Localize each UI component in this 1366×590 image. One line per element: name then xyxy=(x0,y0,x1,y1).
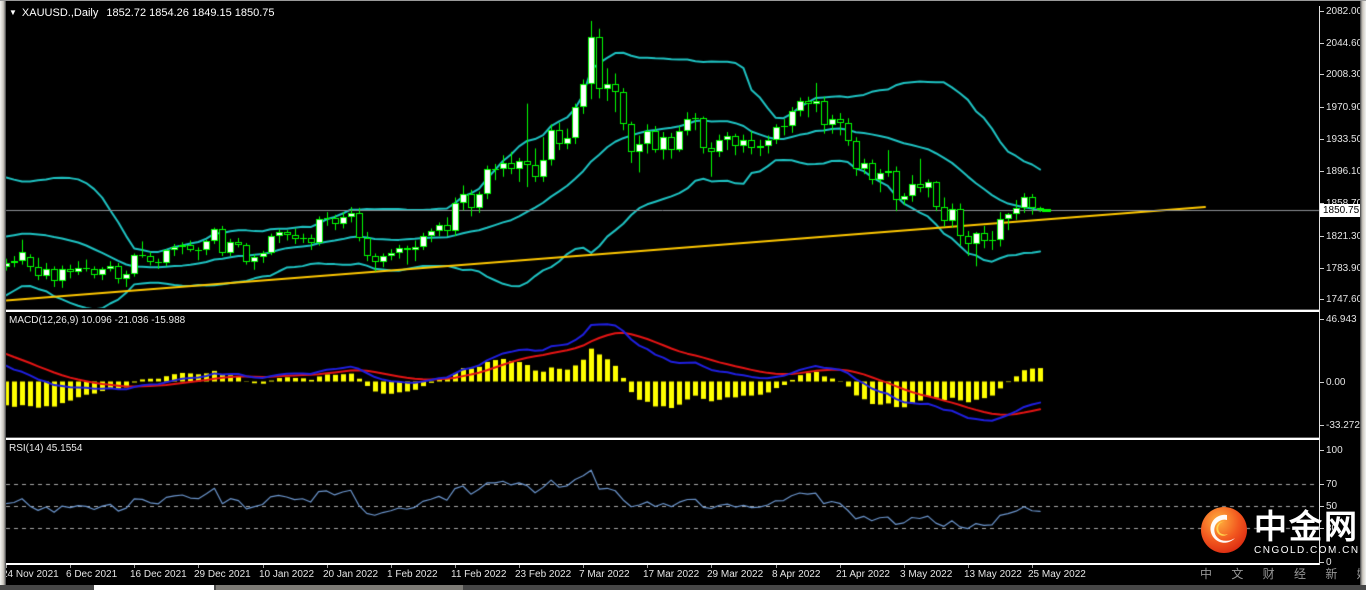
macd-indicator-label: MACD(12,26,9) 10.096 -21.036 -15.988 xyxy=(9,315,185,326)
axis-tick-mark xyxy=(1320,74,1324,75)
date-tick-label: 3 May 2022 xyxy=(900,569,952,580)
axis-tick-mark xyxy=(1320,299,1324,300)
macd-tick-label: 46.943 xyxy=(1326,314,1357,325)
price-axis-divider xyxy=(1319,6,1320,565)
panel-separator[interactable] xyxy=(6,309,1319,312)
axis-tick-mark xyxy=(1320,107,1324,108)
date-tick-label: 1 Feb 2022 xyxy=(387,569,438,580)
date-tick-mark xyxy=(904,565,905,568)
window-right-border xyxy=(1360,0,1366,590)
date-tick-mark xyxy=(327,565,328,568)
axis-tick-mark xyxy=(1320,484,1324,485)
axis-tick-mark xyxy=(1320,425,1324,426)
panel-separator xyxy=(6,563,1319,565)
price-chart-canvas[interactable] xyxy=(0,0,1366,590)
axis-tick-mark xyxy=(1320,319,1324,320)
ohlc-quote-label: 1852.72 1854.26 1849.15 1850.75 xyxy=(106,7,274,19)
date-tick-label: 23 Feb 2022 xyxy=(515,569,571,580)
window-left-border xyxy=(0,0,6,590)
date-tick-label: 17 Mar 2022 xyxy=(643,569,699,580)
price-tick-label: 1970.90 xyxy=(1326,102,1362,113)
rsi-indicator-label: RSI(14) 45.1554 xyxy=(9,443,82,454)
price-tick-label: 2082.00 xyxy=(1326,6,1362,17)
date-tick-label: 24 Nov 2021 xyxy=(2,569,59,580)
symbol-dropdown-icon[interactable]: ▼ xyxy=(9,8,17,17)
axis-tick-mark xyxy=(1320,43,1324,44)
axis-tick-mark xyxy=(1320,11,1324,12)
date-tick-mark xyxy=(840,565,841,568)
watermark-domain-text: CNGOLD.COM.CN xyxy=(1254,545,1360,556)
date-tick-label: 16 Dec 2021 xyxy=(130,569,187,580)
axis-tick-mark xyxy=(1320,450,1324,451)
price-tick-label: 1783.90 xyxy=(1326,263,1362,274)
date-tick-mark xyxy=(70,565,71,568)
watermark-tagline-text: 中 文 财 经 新 媒 体 xyxy=(1200,565,1366,582)
date-tick-label: 7 Mar 2022 xyxy=(579,569,630,580)
date-tick-label: 29 Mar 2022 xyxy=(707,569,763,580)
date-tick-label: 6 Dec 2021 xyxy=(66,569,117,580)
date-tick-label: 29 Dec 2021 xyxy=(194,569,251,580)
scrollbar-track-segment[interactable] xyxy=(216,585,463,590)
date-tick-mark xyxy=(263,565,264,568)
date-tick-mark xyxy=(647,565,648,568)
date-tick-mark xyxy=(1032,565,1033,568)
price-tick-label: 2044.60 xyxy=(1326,38,1362,49)
date-tick-mark xyxy=(776,565,777,568)
rsi-tick-label: 100 xyxy=(1326,445,1343,456)
macd-tick-label: -33.272 xyxy=(1326,420,1360,431)
price-tick-label: 1896.10 xyxy=(1326,166,1362,177)
axis-tick-mark xyxy=(1320,236,1324,237)
axis-tick-mark xyxy=(1320,268,1324,269)
date-tick-mark xyxy=(134,565,135,568)
date-tick-label: 25 May 2022 xyxy=(1028,569,1086,580)
price-tick-label: 2008.30 xyxy=(1326,69,1362,80)
date-tick-mark xyxy=(968,565,969,568)
date-tick-mark xyxy=(519,565,520,568)
date-tick-label: 10 Jan 2022 xyxy=(259,569,314,580)
macd-tick-label: 0.00 xyxy=(1326,377,1345,388)
chart-title: ▼ XAUUSD.,Daily 1852.72 1854.26 1849.15 18… xyxy=(9,7,275,19)
date-tick-mark xyxy=(711,565,712,568)
cngold-watermark: 中金网 CNGOLD.COM.CN 中 文 财 经 新 媒 体 xyxy=(1200,506,1366,582)
price-tick-label: 1933.50 xyxy=(1326,134,1362,145)
horizontal-scrollbar[interactable] xyxy=(0,585,1366,590)
cngold-logo-icon xyxy=(1200,506,1248,559)
axis-tick-mark xyxy=(1320,382,1324,383)
date-tick-label: 8 Apr 2022 xyxy=(772,569,820,580)
date-tick-mark xyxy=(391,565,392,568)
price-tick-label: 1747.60 xyxy=(1326,294,1362,305)
date-tick-mark xyxy=(6,565,7,568)
date-tick-label: 13 May 2022 xyxy=(964,569,1022,580)
axis-tick-mark xyxy=(1320,171,1324,172)
window-top-border xyxy=(0,0,1366,1)
scrollbar-thumb[interactable] xyxy=(94,585,214,590)
panel-separator[interactable] xyxy=(6,437,1319,440)
date-tick-label: 21 Apr 2022 xyxy=(836,569,890,580)
date-tick-mark xyxy=(455,565,456,568)
price-tick-label: 1821.30 xyxy=(1326,231,1362,242)
date-tick-mark xyxy=(198,565,199,568)
date-tick-label: 11 Feb 2022 xyxy=(451,569,506,580)
symbol-period-label: XAUUSD.,Daily xyxy=(22,7,98,19)
date-tick-label: 20 Jan 2022 xyxy=(323,569,378,580)
rsi-tick-label: 70 xyxy=(1326,479,1337,490)
date-tick-mark xyxy=(583,565,584,568)
watermark-brand-text: 中金网 xyxy=(1254,510,1360,543)
axis-tick-mark xyxy=(1320,139,1324,140)
